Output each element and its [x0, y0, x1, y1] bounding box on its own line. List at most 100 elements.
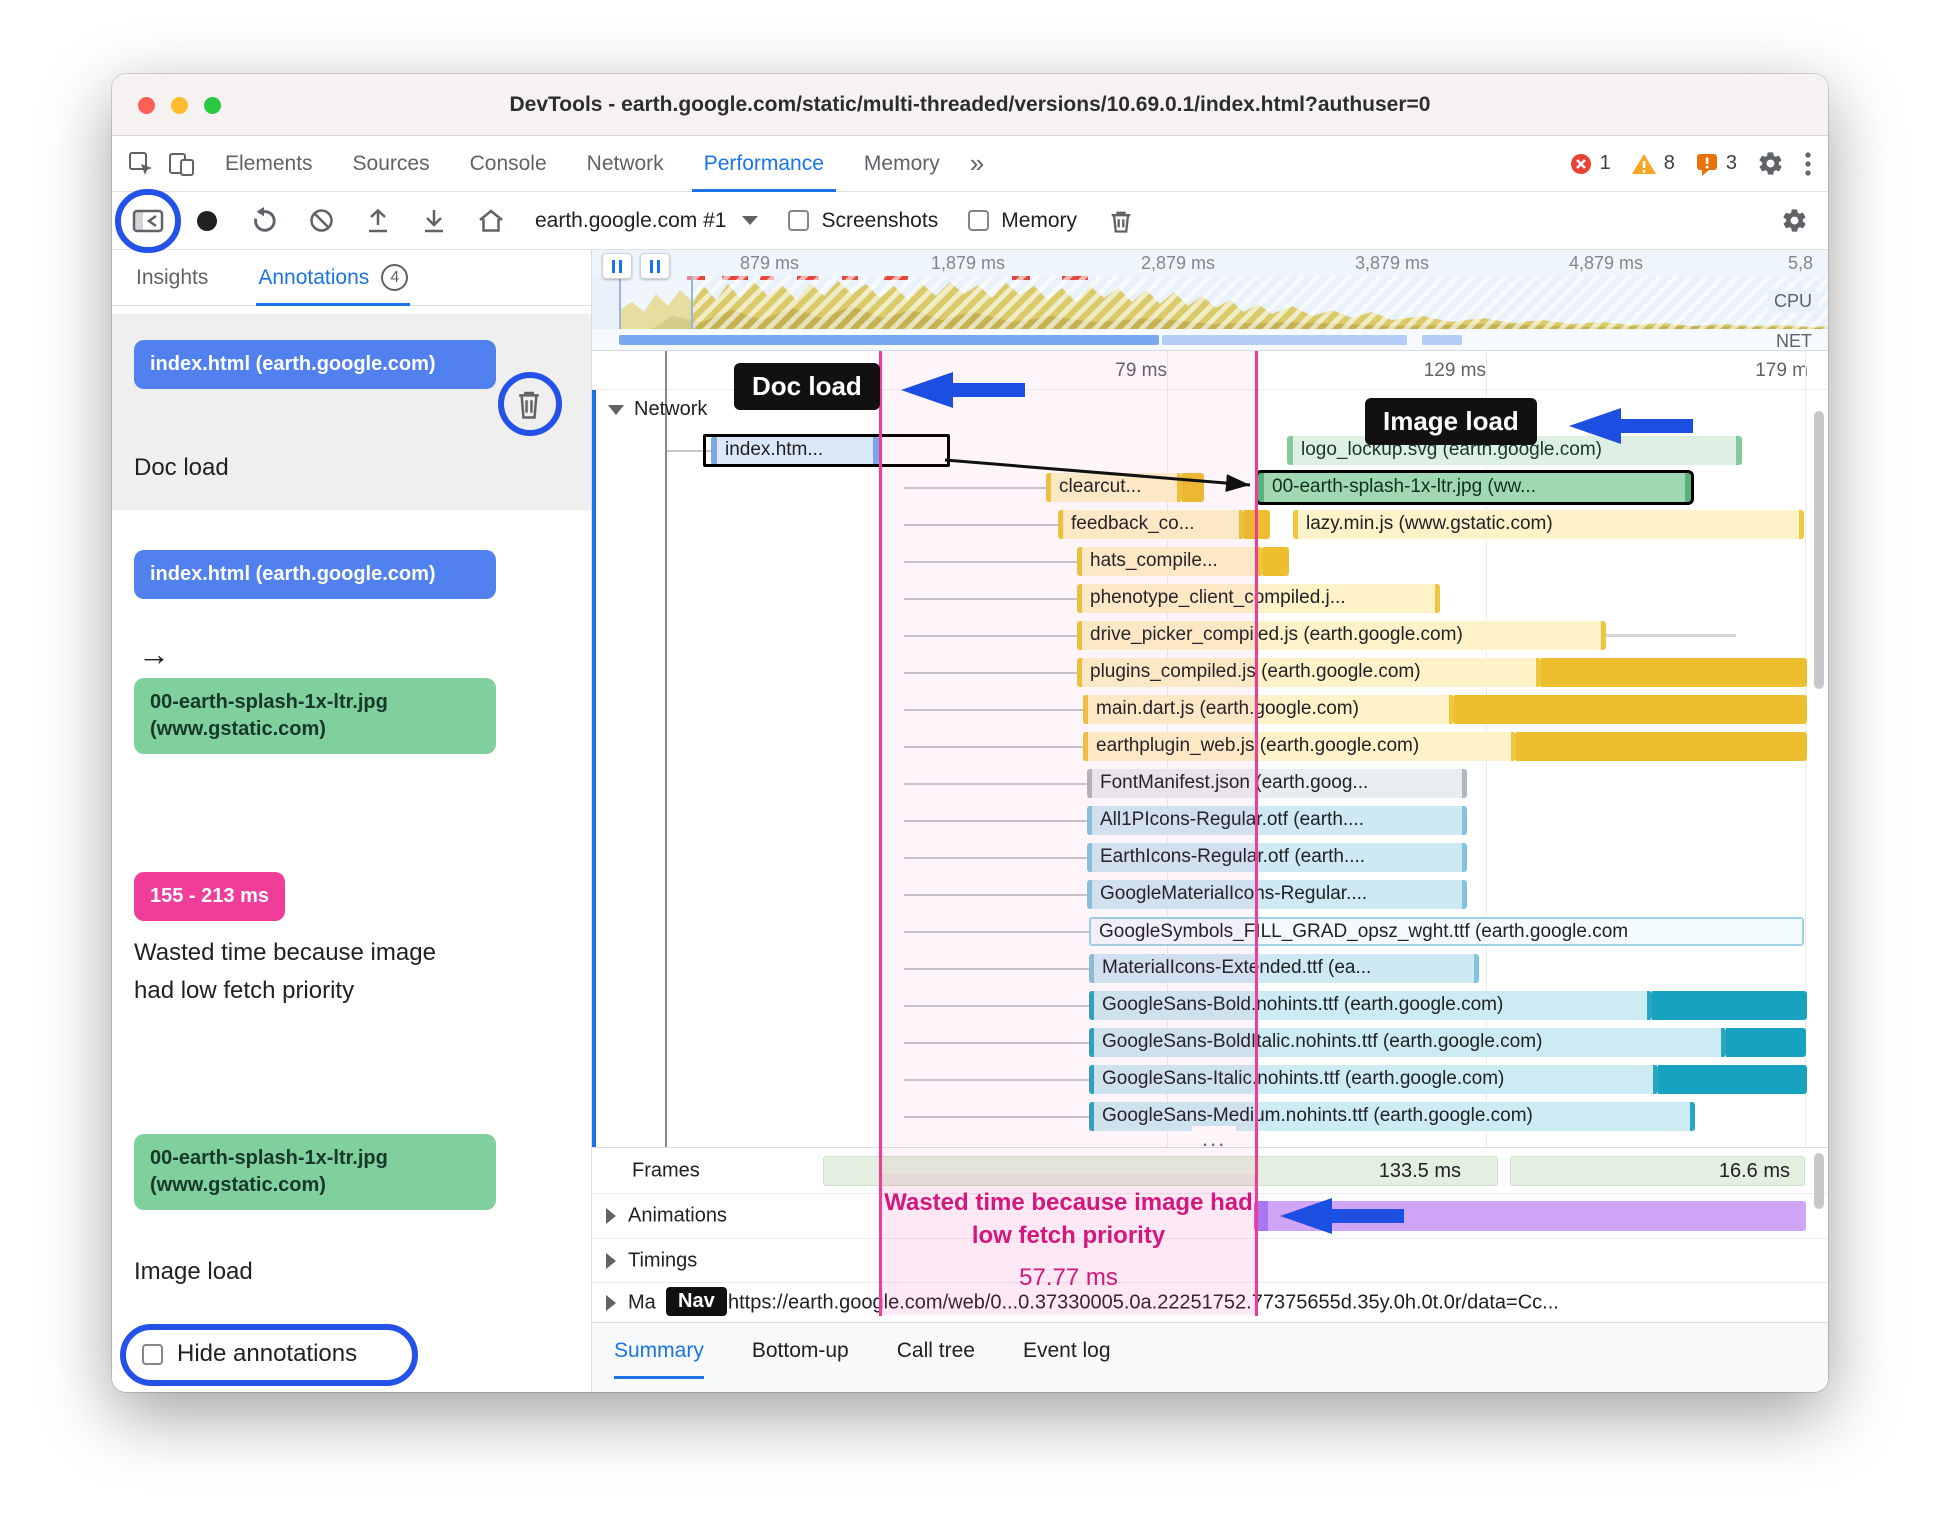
errors-badge[interactable]: 1 — [1569, 152, 1611, 176]
annotation-chip[interactable]: 00-earth-splash-1x-ltr.jpg (www.gstatic.… — [134, 1134, 496, 1210]
network-request-bar[interactable]: GoogleSymbols_FILL_GRAD_opsz_wght.ttf (e… — [1089, 917, 1804, 946]
request-bar-segment[interactable] — [1454, 695, 1807, 724]
main-thread-url: https://earth.google.com/web/0...0.37330… — [728, 1291, 1559, 1313]
history-select-value: earth.google.com #1 — [535, 208, 727, 232]
collapse-triangle-icon[interactable] — [608, 404, 624, 415]
tab-bottom-up[interactable]: Bottom-up — [752, 1323, 849, 1379]
request-leader-line — [904, 1079, 1089, 1081]
request-bar-segment[interactable] — [1516, 732, 1807, 761]
network-request-bar[interactable]: GoogleMaterialIcons-Regular.... — [1087, 880, 1467, 909]
selection-handle-right[interactable] — [640, 253, 670, 279]
screenshots-checkbox[interactable] — [788, 210, 810, 231]
more-tabs-icon[interactable]: » — [960, 148, 994, 179]
warnings-badge[interactable]: 8 — [1631, 152, 1675, 176]
panel-settings-gear-icon[interactable] — [1781, 207, 1808, 234]
delete-annotation-button[interactable] — [514, 388, 544, 425]
annotation-card-doc-load[interactable]: index.html (earth.google.com) Doc load — [112, 314, 591, 510]
request-leader-line — [904, 1005, 1089, 1007]
hide-annotations-checkbox[interactable] — [142, 1343, 163, 1365]
kebab-menu-icon[interactable] — [1804, 150, 1812, 178]
collect-garbage-icon[interactable] — [1107, 207, 1135, 235]
annotation-range-chip[interactable]: 155 - 213 ms — [134, 872, 285, 921]
timeline-minimap[interactable]: 879 ms 1,879 ms 2,879 ms 3,879 ms 4,879 … — [592, 250, 1828, 351]
minimap-selection-window[interactable] — [619, 276, 693, 329]
memory-checkbox[interactable] — [968, 210, 990, 231]
network-request-bar[interactable]: GoogleSans-BoldItalic.nohints.ttf (earth… — [1089, 1028, 1726, 1057]
tab-network[interactable]: Network — [567, 136, 684, 192]
network-request-bar[interactable]: earthplugin_web.js (earth.google.com) — [1083, 732, 1516, 761]
annotation-chip[interactable]: index.html (earth.google.com) — [134, 340, 496, 389]
request-bar-segment[interactable] — [1263, 547, 1289, 576]
expand-triangle-icon[interactable] — [606, 1294, 616, 1311]
selection-handle-left[interactable] — [602, 253, 632, 279]
tab-call-tree[interactable]: Call tree — [897, 1323, 975, 1379]
network-request-bar[interactable]: GoogleSans-Bold.nohints.ttf (earth.googl… — [1089, 991, 1652, 1020]
request-bar-segment[interactable] — [1726, 1028, 1806, 1057]
upload-profile-icon[interactable] — [365, 207, 391, 235]
request-bar-segment[interactable] — [1244, 510, 1270, 539]
issues-badge[interactable]: 3 — [1695, 152, 1737, 176]
annotation-link-from-chip[interactable]: index.html (earth.google.com) — [134, 550, 496, 599]
tab-elements[interactable]: Elements — [205, 136, 333, 192]
network-request-bar[interactable]: feedback_co... — [1058, 510, 1244, 539]
scrollbar-thumb[interactable] — [1814, 411, 1824, 689]
network-request-bar[interactable]: MaterialIcons-Extended.ttf (ea... — [1089, 954, 1479, 983]
scrollbar-thumb[interactable] — [1814, 1153, 1824, 1209]
more-requests-indicator[interactable]: ... — [1192, 1126, 1237, 1147]
expand-triangle-icon[interactable] — [606, 1208, 616, 1224]
network-request-bar[interactable]: lazy.min.js (www.gstatic.com) — [1293, 510, 1804, 539]
hide-annotations-row[interactable]: Hide annotations — [142, 1340, 357, 1368]
network-request-bar[interactable]: main.dart.js (earth.google.com) — [1083, 695, 1454, 724]
frame-duration-bar[interactable]: 16.6 ms — [1510, 1156, 1805, 1186]
minimap-time-label: 879 ms — [740, 253, 800, 273]
memory-checkbox-row[interactable]: Memory — [968, 209, 1077, 233]
tab-summary[interactable]: Summary — [614, 1323, 704, 1379]
record-icon[interactable] — [194, 208, 220, 234]
screenshots-checkbox-row[interactable]: Screenshots — [788, 209, 938, 233]
request-bar-segment[interactable] — [1182, 473, 1204, 502]
frame-duration-bar[interactable]: 133.5 ms — [823, 1156, 1498, 1186]
annotation-link-to-chip[interactable]: 00-earth-splash-1x-ltr.jpg (www.gstatic.… — [134, 678, 496, 754]
network-track-header[interactable]: Network — [608, 398, 707, 421]
close-window-button[interactable] — [138, 97, 155, 114]
download-profile-icon[interactable] — [421, 207, 447, 235]
reload-record-icon[interactable] — [250, 206, 278, 235]
image-load-annotation-label[interactable]: Image load — [1365, 398, 1537, 445]
tab-sources[interactable]: Sources — [333, 136, 450, 192]
nav-annotation-label[interactable]: Nav — [666, 1287, 727, 1316]
minimap-dimmed-region — [693, 276, 1828, 329]
network-request-bar[interactable]: plugins_compiled.js (earth.google.com) — [1077, 658, 1541, 687]
tab-event-log[interactable]: Event log — [1023, 1323, 1111, 1379]
network-request-bar[interactable]: GoogleSans-Medium.nohints.ttf (earth.goo… — [1089, 1102, 1695, 1131]
live-metrics-home-icon[interactable] — [477, 208, 505, 234]
history-select[interactable]: earth.google.com #1 — [535, 208, 759, 233]
zoom-window-button[interactable] — [204, 97, 221, 114]
network-request-bar[interactable]: drive_picker_compiled.js (earth.google.c… — [1077, 621, 1606, 650]
network-request-bar[interactable]: EarthIcons-Regular.otf (earth.... — [1087, 843, 1467, 872]
clear-icon[interactable] — [308, 207, 335, 234]
tab-annotations[interactable]: Annotations 4 — [256, 250, 411, 306]
request-bar-segment[interactable] — [1652, 991, 1807, 1020]
network-request-bar[interactable]: hats_compile... — [1077, 547, 1263, 576]
tab-insights[interactable]: Insights — [136, 250, 208, 306]
tab-performance[interactable]: Performance — [684, 136, 844, 192]
request-whisker — [1606, 634, 1736, 637]
network-request-bar[interactable]: GoogleSans-Italic.nohints.ttf (earth.goo… — [1089, 1065, 1658, 1094]
doc-load-annotation-label[interactable]: Doc load — [734, 363, 880, 410]
expand-triangle-icon[interactable] — [606, 1252, 616, 1269]
inspect-element-icon[interactable] — [128, 151, 154, 177]
network-request-bar[interactable]: phenotype_client_compiled.j... — [1077, 584, 1440, 613]
request-bar-segment[interactable] — [1658, 1065, 1807, 1094]
tab-console[interactable]: Console — [450, 136, 567, 192]
request-bar-segment[interactable] — [1541, 658, 1807, 687]
tab-memory[interactable]: Memory — [844, 136, 960, 192]
network-request-bar[interactable]: 00-earth-splash-1x-ltr.jpg (ww... — [1258, 473, 1691, 502]
network-request-bar[interactable]: All1PIcons-Regular.otf (earth.... — [1087, 806, 1467, 835]
settings-gear-icon[interactable] — [1757, 150, 1784, 177]
device-toolbar-icon[interactable] — [168, 151, 195, 177]
network-request-bar[interactable]: FontManifest.json (earth.goog... — [1087, 769, 1467, 798]
toggle-sidebar-icon[interactable] — [115, 188, 181, 253]
network-request-bar[interactable]: clearcut... — [1046, 473, 1182, 502]
minimap-time-label: 3,879 ms — [1355, 253, 1430, 273]
minimize-window-button[interactable] — [171, 97, 188, 114]
